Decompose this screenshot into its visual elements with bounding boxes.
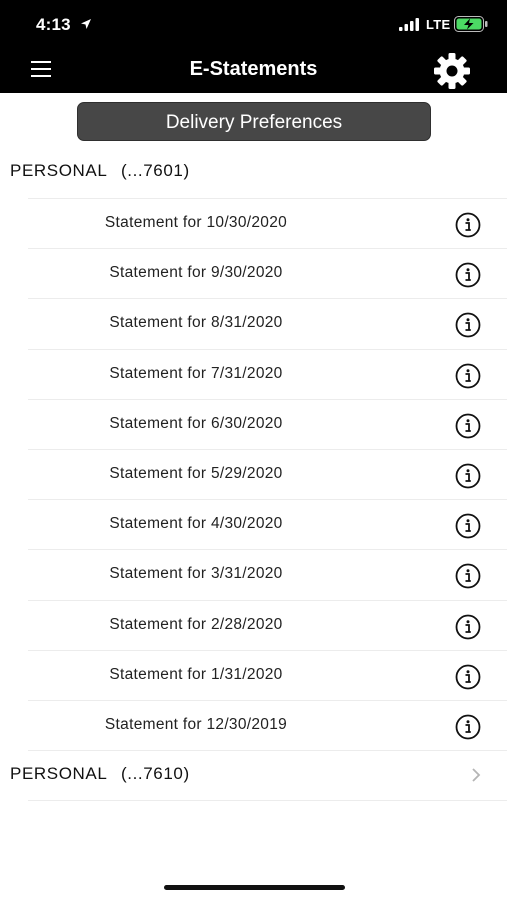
statement-row[interactable]: Statement for 7/31/2020	[28, 348, 507, 399]
gear-icon[interactable]	[432, 51, 472, 91]
navigation-bar: E-Statements	[0, 48, 507, 93]
statement-row[interactable]: Statement for 4/30/2020	[28, 499, 507, 549]
home-indicator[interactable]	[164, 885, 345, 890]
statement-label: Statement for 2/28/2020	[109, 615, 283, 633]
info-icon[interactable]	[455, 363, 481, 389]
info-icon[interactable]	[455, 262, 481, 288]
statement-row[interactable]: Statement for 5/29/2020	[28, 448, 507, 499]
info-icon[interactable]	[455, 413, 481, 439]
info-icon[interactable]	[455, 312, 481, 338]
battery-charging-icon	[454, 16, 488, 32]
info-icon[interactable]	[455, 513, 481, 539]
info-icon[interactable]	[455, 212, 481, 238]
chevron-right-icon	[472, 768, 481, 782]
account-header-7610[interactable]: PERSONAL (...7610)	[0, 750, 507, 800]
statement-row[interactable]: Statement for 8/31/2020	[28, 298, 507, 348]
account-number: (...7601)	[121, 161, 190, 180]
network-type: LTE	[426, 17, 451, 32]
statement-row[interactable]: Statement for 12/30/2019	[28, 699, 507, 750]
info-icon[interactable]	[455, 664, 481, 690]
statement-label: Statement for 8/31/2020	[109, 314, 283, 332]
account-name: PERSONAL	[10, 161, 108, 180]
statement-label: Statement for 9/30/2020	[109, 264, 283, 282]
info-icon[interactable]	[455, 714, 481, 740]
cellular-signal-icon	[399, 18, 419, 31]
location-arrow-icon	[81, 19, 91, 29]
statement-label: Statement for 5/29/2020	[109, 464, 283, 482]
status-bar: 4:13 LTE	[0, 0, 507, 48]
account-name: PERSONAL	[10, 764, 108, 783]
statement-label: Statement for 12/30/2019	[104, 715, 288, 733]
delivery-preferences-button[interactable]: Delivery Preferences	[77, 102, 431, 141]
statement-label: Statement for 3/31/2020	[109, 565, 283, 583]
page-title: E-Statements	[189, 58, 318, 80]
info-icon[interactable]	[455, 614, 481, 640]
statement-row[interactable]: Statement for 1/31/2020	[28, 649, 507, 700]
list-divider	[28, 800, 507, 801]
statement-label: Statement for 1/31/2020	[109, 665, 283, 683]
statement-label: Statement for 4/30/2020	[109, 515, 283, 533]
statement-row[interactable]: Statement for 10/30/2020	[28, 198, 507, 248]
statement-label: Statement for 6/30/2020	[109, 414, 283, 432]
status-time: 4:13	[36, 15, 71, 34]
account-number: (...7610)	[121, 764, 190, 783]
statement-row[interactable]: Statement for 3/31/2020	[28, 549, 507, 599]
statement-row[interactable]: Statement for 2/28/2020	[28, 599, 507, 650]
info-icon[interactable]	[455, 463, 481, 489]
statement-row[interactable]: Statement for 6/30/2020	[28, 398, 507, 449]
statement-row[interactable]: Statement for 9/30/2020	[28, 248, 507, 298]
info-icon[interactable]	[455, 563, 481, 589]
app-header: 4:13 LTE E-Statements	[0, 0, 507, 93]
account-header-7601[interactable]: PERSONAL (...7601)	[0, 147, 507, 197]
statement-label: Statement for 7/31/2020	[109, 364, 283, 382]
statement-label: Statement for 10/30/2020	[104, 214, 288, 231]
statement-list: Statement for 10/30/2020 Statement for 9…	[0, 198, 507, 750]
